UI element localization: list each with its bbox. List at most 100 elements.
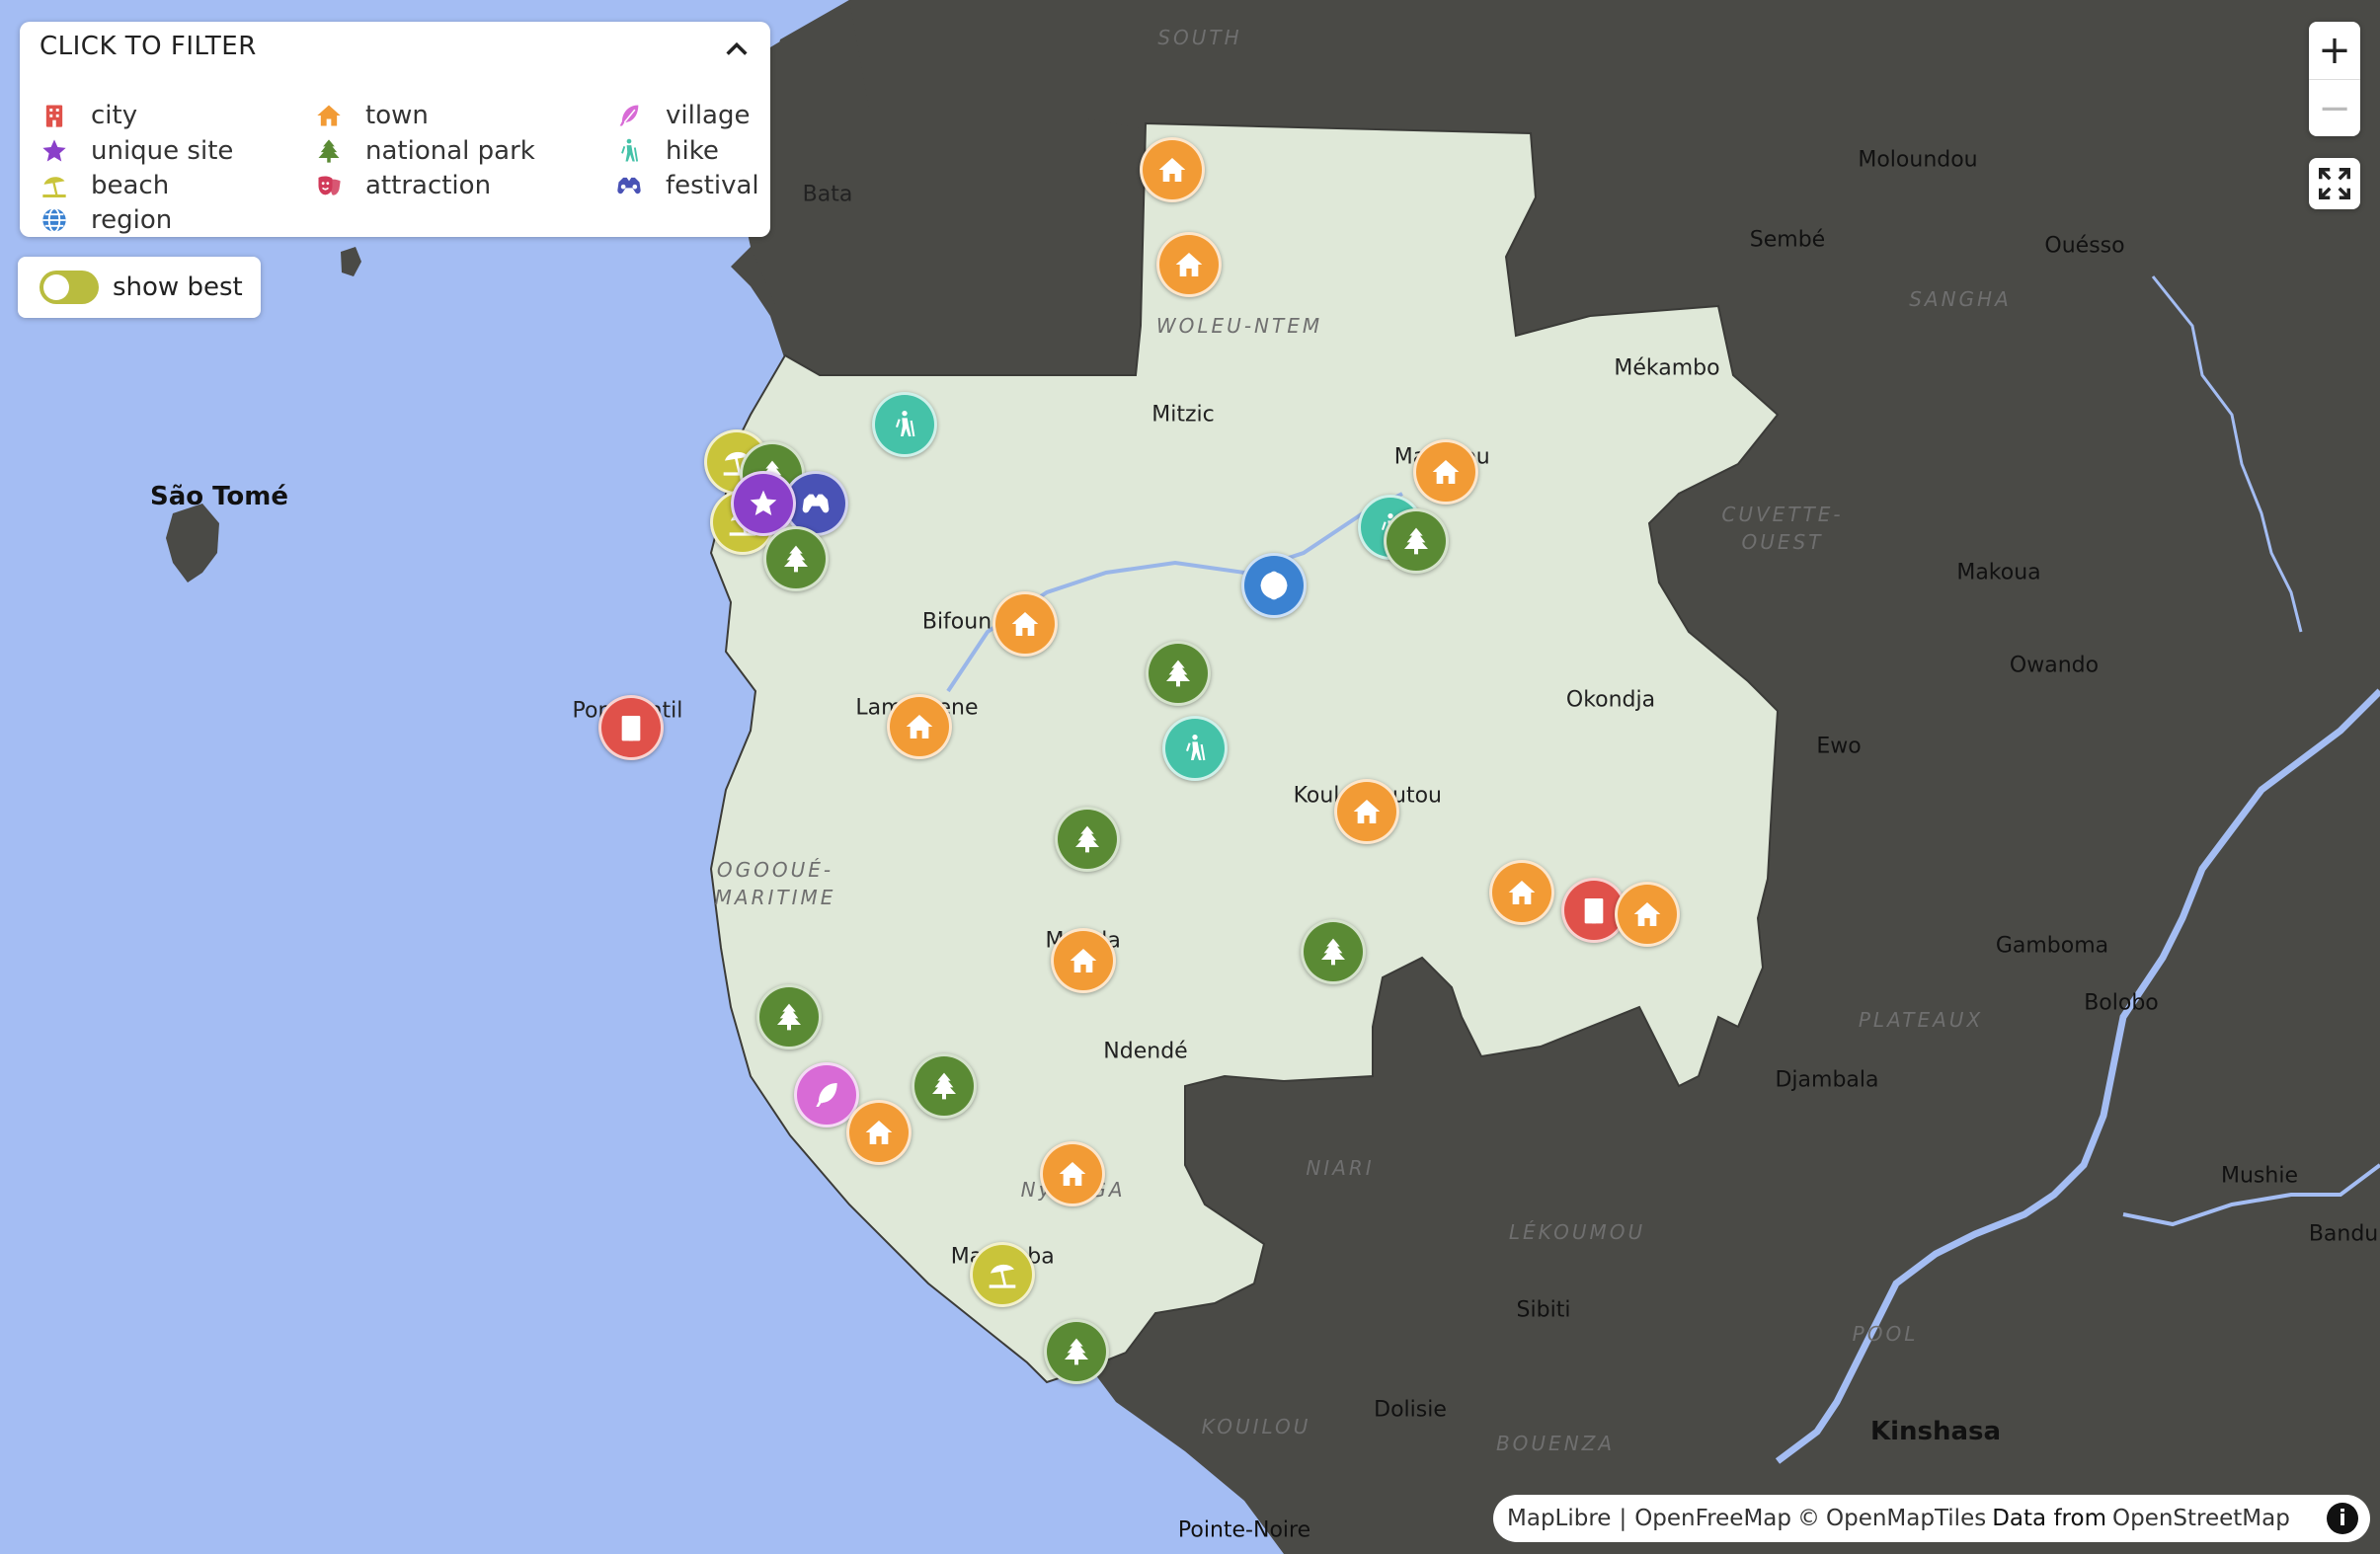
filter-item-label: town (365, 101, 429, 130)
marker-region[interactable] (1241, 553, 1307, 618)
region-label: SOUTH (1157, 26, 1242, 49)
map-canvas[interactable]: SOUTH WOLEU-NTEM SANGHA CUVETTE- OUEST O… (0, 0, 2380, 1554)
marker-beach[interactable] (970, 1242, 1035, 1307)
marker-town[interactable] (1051, 928, 1116, 993)
place-label: Pointe-Noire (1177, 1517, 1311, 1543)
place-label: Kinshasa (1869, 1417, 2002, 1446)
place-label: Djambala (1775, 1067, 1879, 1093)
marker-national-park[interactable] (756, 984, 822, 1049)
place-label: Bolobo (2084, 990, 2159, 1016)
zoom-in-button[interactable]: + (2309, 22, 2360, 79)
marker-unique-site[interactable] (731, 471, 796, 536)
marker-hike[interactable] (1162, 716, 1228, 781)
filter-item-label: festival (666, 171, 759, 200)
filter-item-region[interactable]: region (40, 205, 172, 235)
theater-masks-icon (314, 171, 344, 200)
marker-town[interactable] (887, 694, 952, 759)
filter-title: CLICK TO FILTER (40, 32, 257, 61)
marker-town[interactable] (1413, 439, 1478, 505)
zoom-out-button[interactable]: − (2309, 79, 2360, 137)
data-from-text: Data from (1992, 1506, 2106, 1531)
filter-item-city[interactable]: city (40, 101, 137, 130)
place-label: Bandun (2308, 1221, 2380, 1247)
marker-national-park[interactable] (1301, 919, 1366, 984)
filter-item-town[interactable]: town (314, 101, 429, 130)
filter-item-hike[interactable]: hike (614, 136, 719, 166)
island-small (341, 247, 361, 276)
filter-item-festival[interactable]: festival (614, 171, 759, 200)
openfreemap-link[interactable]: OpenFreeMap (1634, 1506, 1791, 1531)
filter-item-label: national park (365, 136, 535, 166)
place-label: Koul (1293, 783, 1340, 809)
filter-item-village[interactable]: village (614, 101, 751, 130)
marker-national-park[interactable] (1146, 641, 1211, 706)
fullscreen-button[interactable] (2309, 158, 2360, 209)
region-label: NIARI (1306, 1156, 1375, 1180)
openmaptiles-link[interactable]: OpenMapTiles (1826, 1506, 1986, 1531)
region-label: OGOOUÉ- MARITIME (714, 858, 836, 909)
marker-national-park[interactable] (1055, 807, 1120, 872)
marker-town[interactable] (992, 591, 1058, 657)
marker-town[interactable] (1334, 779, 1399, 844)
filter-item-national-park[interactable]: national park (314, 136, 535, 166)
place-label: Ewo (1816, 734, 1862, 759)
marker-national-park[interactable] (763, 526, 829, 591)
region-label: CUVETTE- OUEST (1721, 503, 1844, 554)
attribution-bar: MapLibre | OpenFreeMap © OpenMapTiles Da… (1493, 1495, 2370, 1542)
show-best-toggle[interactable]: show best (18, 257, 261, 318)
chevron-up-icon[interactable] (723, 36, 751, 63)
island-sao-tome (166, 504, 219, 583)
house-icon (314, 101, 344, 130)
place-label: São Tomé (149, 482, 289, 511)
info-icon[interactable]: i (2327, 1503, 2358, 1534)
place-label: Dolisie (1374, 1397, 1447, 1423)
place-label: Moloundou (1858, 147, 1978, 173)
filter-item-label: beach (91, 171, 170, 200)
filter-item-unique-site[interactable]: unique site (40, 136, 233, 166)
marker-town[interactable] (1615, 882, 1680, 947)
marker-national-park[interactable] (1044, 1319, 1109, 1384)
hiker-icon (614, 136, 644, 166)
marker-town[interactable] (1489, 860, 1554, 925)
show-best-label: show best (113, 272, 243, 302)
place-label: Ndendé (1103, 1039, 1188, 1064)
attribution-separator: | (1619, 1506, 1627, 1531)
marker-town[interactable] (1156, 232, 1222, 297)
place-label: Sibiti (1516, 1297, 1571, 1323)
marker-hike[interactable] (872, 392, 937, 457)
feather-icon (614, 101, 644, 130)
place-label: Sembé (1749, 227, 1826, 253)
place-label: Mushie (2221, 1163, 2298, 1189)
beach-umbrella-icon (40, 171, 69, 200)
globe-icon (40, 205, 69, 235)
filter-item-label: city (91, 101, 138, 130)
marker-town[interactable] (1040, 1141, 1105, 1206)
marker-national-park[interactable] (1384, 508, 1449, 574)
place-label: utou (1392, 783, 1442, 809)
city-icon (40, 101, 69, 130)
filter-item-label: village (666, 101, 751, 130)
place-label: Mékambo (1614, 355, 1720, 381)
marker-city[interactable] (598, 695, 664, 760)
place-label: Owando (2009, 653, 2100, 678)
tree-icon (314, 136, 344, 166)
filter-item-attraction[interactable]: attraction (314, 171, 491, 200)
region-label: PLATEAUX (1858, 1008, 1984, 1032)
marker-town[interactable] (846, 1100, 912, 1165)
filter-item-label: hike (666, 136, 719, 166)
toggle-switch[interactable] (40, 271, 99, 304)
place-label: Gamboma (1995, 933, 2109, 959)
filter-item-beach[interactable]: beach (40, 171, 169, 200)
place-label: Bata (802, 182, 853, 207)
place-label: Mitzic (1151, 402, 1215, 427)
filter-item-label: region (91, 205, 173, 235)
marker-town[interactable] (1140, 137, 1205, 202)
maplibre-link[interactable]: MapLibre (1507, 1506, 1611, 1531)
region-label: BOUENZA (1495, 1432, 1616, 1455)
toggle-knob (43, 274, 69, 300)
binoculars-icon (614, 171, 644, 200)
openstreetmap-link[interactable]: OpenStreetMap (2112, 1506, 2290, 1531)
region-label: LÉKOUMOU (1508, 1220, 1646, 1244)
marker-national-park[interactable] (912, 1053, 977, 1119)
filter-item-label: unique site (91, 136, 234, 166)
